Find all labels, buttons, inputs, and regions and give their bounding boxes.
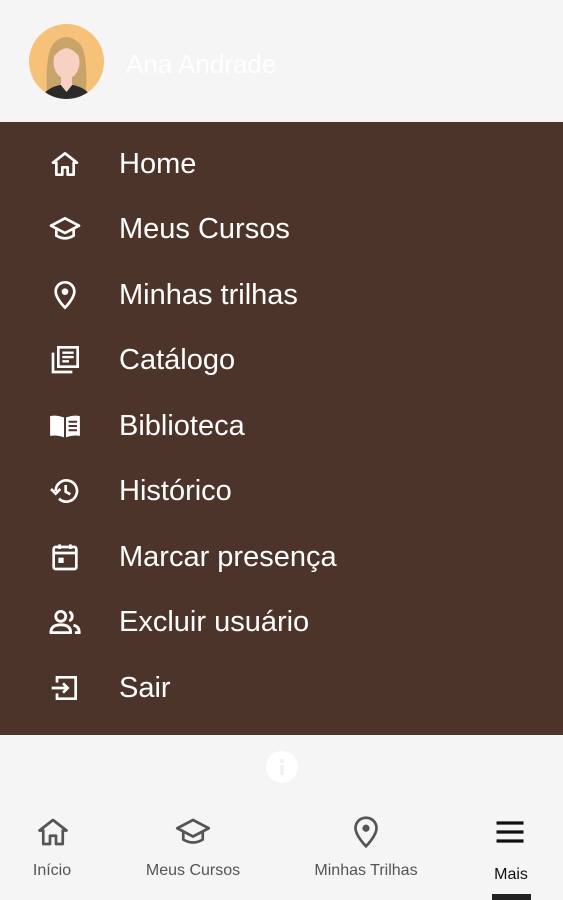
nav-item-minhas-trilhas[interactable]: Minhas Trilhas bbox=[295, 800, 437, 900]
drawer-menu: Home Meus Cursos Minhas trilhas Catálogo… bbox=[0, 122, 563, 735]
menu-item-label: Histórico bbox=[119, 474, 232, 507]
avatar[interactable] bbox=[29, 24, 104, 99]
menu-item-label: Biblioteca bbox=[119, 409, 245, 442]
home-icon bbox=[47, 146, 83, 182]
graduation-cap-icon bbox=[175, 814, 211, 850]
nav-item-meus-cursos[interactable]: Meus Cursos bbox=[125, 800, 261, 900]
menu-item-label: Meus Cursos bbox=[119, 212, 290, 245]
user-name: Ana Andrade bbox=[126, 49, 277, 79]
menu-item-minhas-trilhas[interactable]: Minhas trilhas bbox=[0, 265, 563, 325]
nav-label: Mais bbox=[494, 866, 528, 883]
logout-icon bbox=[47, 670, 83, 706]
history-icon bbox=[47, 473, 83, 509]
menu-item-meus-cursos[interactable]: Meus Cursos bbox=[0, 199, 563, 259]
nav-label: Início bbox=[32, 862, 72, 879]
nav-item-mais[interactable]: Mais bbox=[470, 800, 554, 900]
home-icon bbox=[35, 814, 71, 850]
menu-item-excluir-usuario[interactable]: Excluir usuário bbox=[0, 592, 563, 652]
menu-item-marcar-presenca[interactable]: Marcar presença bbox=[0, 527, 563, 587]
menu-item-historico[interactable]: Histórico bbox=[0, 461, 563, 521]
menu-item-catalogo[interactable]: Catálogo bbox=[0, 330, 563, 390]
location-pin-icon bbox=[47, 277, 83, 313]
menu-item-label: Minhas trilhas bbox=[119, 278, 298, 311]
nav-item-inicio[interactable]: Início bbox=[0, 800, 104, 900]
drawer-header: Ana Andrade bbox=[0, 0, 563, 122]
menu-item-label: Excluir usuário bbox=[119, 605, 310, 638]
graduation-cap-icon bbox=[47, 211, 83, 247]
nav-label: Minhas Trilhas bbox=[314, 862, 418, 879]
menu-item-label: Catálogo bbox=[119, 343, 236, 376]
nav-label: Meus Cursos bbox=[145, 862, 241, 879]
open-book-icon bbox=[47, 408, 83, 444]
menu-item-biblioteca[interactable]: Biblioteca bbox=[0, 396, 563, 456]
location-pin-icon bbox=[348, 814, 384, 850]
menu-item-home[interactable]: Home bbox=[0, 134, 563, 194]
catalog-icon bbox=[47, 342, 83, 378]
menu-icon bbox=[492, 814, 528, 850]
menu-item-label: Home bbox=[119, 147, 197, 180]
menu-item-label: Sair bbox=[119, 671, 171, 704]
active-tab-indicator bbox=[492, 894, 531, 900]
menu-item-sair[interactable]: Sair bbox=[0, 658, 563, 718]
bottom-navigation: Início Meus Cursos Minhas Trilhas Mais bbox=[0, 800, 563, 900]
users-icon bbox=[47, 604, 83, 640]
info-icon[interactable] bbox=[266, 751, 298, 783]
calendar-icon bbox=[47, 539, 83, 575]
menu-item-label: Marcar presença bbox=[119, 540, 337, 573]
